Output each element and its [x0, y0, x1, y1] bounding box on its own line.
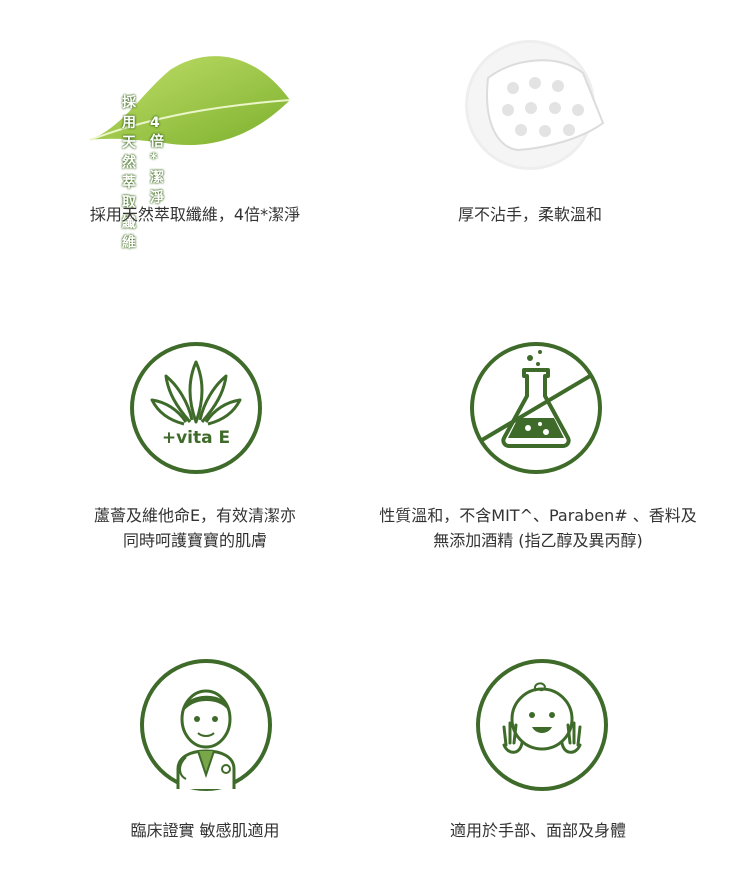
leaf-badge-line2: 4倍*潔淨	[150, 115, 164, 206]
no-chemicals-flask-icon	[470, 342, 602, 474]
caption-line: 無添加酒精 (指乙醇及異丙醇)	[433, 531, 643, 550]
caption-gentle-formula: 性質溫和，不含MIT^、Paraben# 、香料及 無添加酒精 (指乙醇及異丙醇…	[373, 503, 703, 553]
caption-line: 適用於手部、面部及身體	[449, 821, 626, 840]
doctor-icon	[140, 659, 272, 791]
leaf-badge-line1: 採用天然萃取纖維	[122, 95, 136, 251]
caption-hands-face-body: 適用於手部、面部及身體	[388, 818, 688, 843]
caption-line: 採用天然萃取纖維，4倍*潔淨	[89, 205, 301, 224]
caption-natural-fiber: 採用天然萃取纖維，4倍*潔淨	[45, 202, 345, 227]
caption-aloe-vitamin-e: 蘆薈及維他命E，有效清潔亦 同時呵護寶寶的肌膚	[45, 503, 345, 553]
caption-line: 厚不沾手，柔軟溫和	[457, 205, 602, 224]
caption-clinically-proven: 臨床證實 敏感肌適用	[55, 818, 355, 843]
caption-line: 性質溫和，不含MIT^、Paraben# 、香料及	[379, 506, 697, 525]
leaf-icon	[89, 56, 291, 146]
caption-line: 蘆薈及維他命E，有效清潔亦	[93, 506, 297, 525]
aloe-vita-e-icon	[130, 342, 262, 474]
cotton-pad-icon	[465, 40, 605, 170]
caption-thick-soft: 厚不沾手，柔軟溫和	[380, 202, 680, 227]
vita-e-badge: +vita E	[161, 428, 231, 448]
caption-line: 臨床證實 敏感肌適用	[130, 821, 280, 840]
caption-line: 同時呵護寶寶的肌膚	[122, 531, 267, 550]
baby-face-icon	[476, 659, 608, 791]
